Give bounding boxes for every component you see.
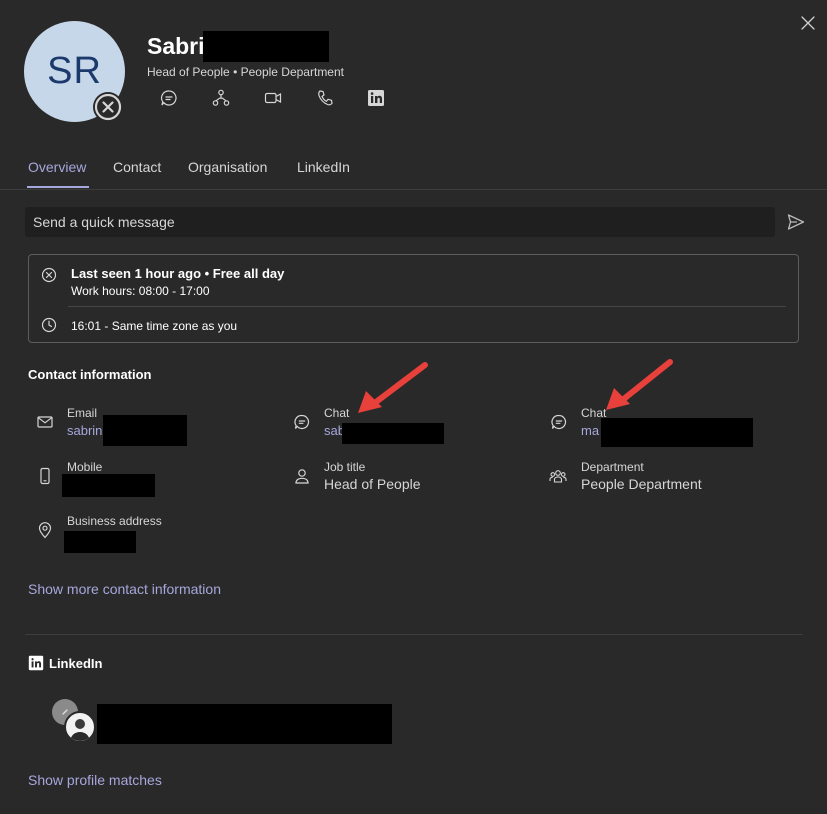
redacted-mobile — [62, 474, 155, 497]
email-label: Email — [67, 406, 98, 420]
timezone-info: 16:01 - Same time zone as you — [71, 319, 238, 333]
status-offline-icon — [94, 93, 122, 121]
chat-label: Chat — [324, 406, 350, 420]
mail-icon — [36, 413, 54, 431]
redacted-chat — [601, 418, 753, 447]
department-value: People Department — [581, 476, 702, 492]
send-icon — [787, 214, 805, 230]
job-title-value: Head of People — [324, 476, 421, 492]
chat-icon — [550, 413, 568, 431]
annotation-arrow — [606, 359, 673, 410]
people-group-icon — [549, 467, 567, 485]
location-pin-icon — [36, 521, 54, 539]
availability-divider — [68, 306, 786, 307]
close-icon — [801, 16, 815, 30]
work-hours: Work hours: 08:00 - 17:00 — [71, 284, 210, 298]
tab-overview[interactable]: Overview — [28, 159, 86, 175]
person-photo-icon — [70, 719, 90, 741]
linkedin-icon[interactable] — [366, 88, 386, 108]
mobile-label: Mobile — [67, 460, 103, 474]
close-button[interactable] — [801, 16, 817, 32]
redacted-name — [203, 31, 329, 62]
business-address-label: Business address — [67, 514, 162, 528]
clock-icon — [41, 317, 57, 333]
show-more-contact-link[interactable]: Show more contact information — [28, 581, 221, 597]
email-value[interactable]: sabrin — [67, 423, 102, 438]
offline-status-icon — [41, 267, 57, 283]
video-call-icon[interactable] — [263, 88, 283, 108]
contact-info-title: Contact information — [28, 367, 152, 382]
offline-status-badge — [93, 92, 123, 122]
section-divider — [25, 634, 803, 635]
department-label: Department — [581, 460, 644, 474]
annotation-arrow — [358, 362, 428, 413]
chat-icon — [293, 413, 311, 431]
org-chart-icon[interactable] — [211, 88, 231, 108]
quick-message-input[interactable] — [25, 207, 775, 237]
linkedin-section-title: LinkedIn — [49, 656, 103, 671]
chat-icon[interactable] — [159, 88, 179, 108]
redacted-address — [64, 531, 136, 553]
phone-icon[interactable] — [315, 88, 335, 108]
tab-organisation[interactable]: Organisation — [188, 159, 267, 175]
redacted-email — [103, 415, 187, 446]
tabs-divider — [0, 189, 827, 190]
profile-subtitle: Head of People • People Department — [147, 65, 344, 79]
show-profile-matches-link[interactable]: Show profile matches — [28, 772, 162, 788]
redacted-linkedin-match — [97, 704, 392, 744]
tab-linkedin[interactable]: LinkedIn — [297, 159, 350, 175]
redacted-chat — [342, 423, 444, 444]
active-tab-indicator — [27, 186, 89, 188]
tab-contact[interactable]: Contact — [113, 159, 161, 175]
chat-value[interactable]: ma — [581, 423, 599, 438]
send-button[interactable] — [786, 212, 806, 232]
job-title-label: Job title — [324, 460, 366, 474]
availability-status: Last seen 1 hour ago • Free all day — [71, 266, 285, 281]
linkedin-icon — [28, 655, 44, 671]
mobile-phone-icon — [36, 467, 54, 485]
linkedin-profile-avatar[interactable] — [64, 711, 96, 743]
avatar-initials: SR — [47, 50, 102, 92]
person-icon — [293, 467, 311, 485]
profile-name: Sabri — [147, 33, 205, 59]
